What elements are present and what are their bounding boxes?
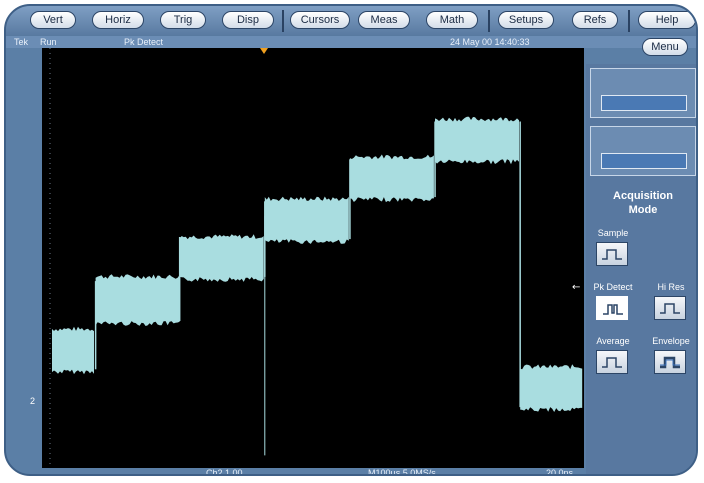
menu-separator <box>628 10 630 32</box>
menu-separator <box>282 10 284 32</box>
trig-menu-button[interactable]: Trig <box>160 11 206 29</box>
hi-res-icon <box>660 303 680 314</box>
envelope-mode-button[interactable] <box>654 350 686 374</box>
average-icon <box>602 357 622 368</box>
sample-icon <box>602 249 622 260</box>
menu-bar: Vert Horiz Trig Disp Cursors Meas Math S… <box>6 6 696 36</box>
average-mode-button[interactable] <box>596 350 628 374</box>
hi-res-mode-button[interactable] <box>654 296 686 320</box>
channel-2-marker[interactable]: 2 <box>30 396 35 406</box>
waveform-step <box>95 274 180 326</box>
menu-button[interactable]: Menu <box>642 38 688 56</box>
disp-menu-button[interactable]: Disp <box>222 11 274 29</box>
oscilloscope-window: Vert Horiz Trig Disp Cursors Meas Math S… <box>4 4 698 476</box>
waveform-step <box>349 154 434 203</box>
side-menu-slot-1[interactable] <box>590 68 696 118</box>
acquisition-title: Acquisition <box>613 190 673 202</box>
vert-menu-button[interactable]: Vert <box>30 11 76 29</box>
envelope-label: Envelope <box>652 336 690 346</box>
setups-menu-button[interactable]: Setups <box>498 11 554 29</box>
reference-arrow-icon: ← <box>572 282 581 293</box>
help-menu-button[interactable]: Help <box>638 11 696 29</box>
waveform-step <box>179 234 264 282</box>
waveform-display <box>42 48 584 468</box>
acquisition-mode-label: Pk Detect <box>124 37 164 47</box>
side-menu-slot-2[interactable] <box>590 126 696 176</box>
pk-detect-icon <box>603 304 623 315</box>
side-menu-slot-2-bar <box>601 153 687 169</box>
status-bar: Tek Run Pk Detect 24 May 00 14:40:33 <box>6 36 696 48</box>
run-state-label: Run <box>40 37 57 47</box>
side-menu-slot-1-bar <box>601 95 687 111</box>
pk-detect-label: Pk Detect <box>593 282 633 292</box>
waveform-step <box>520 364 583 412</box>
refs-menu-button[interactable]: Refs <box>572 11 618 29</box>
envelope-icon <box>660 356 680 369</box>
acquisition-subtitle: Mode <box>628 204 658 216</box>
trigger-position-marker[interactable] <box>260 48 268 54</box>
waveform-step <box>52 326 94 375</box>
hi-res-label: Hi Res <box>657 282 685 292</box>
waveform-step <box>435 116 519 165</box>
side-panel: Acquisition Mode Sample Pk Detect Hi Res… <box>586 64 696 474</box>
menu-separator <box>488 10 490 32</box>
brand-label: Tek <box>14 37 29 47</box>
waveform-step <box>264 196 349 244</box>
meas-menu-button[interactable]: Meas <box>358 11 410 29</box>
average-label: Average <box>596 336 630 346</box>
datetime-label: 24 May 00 14:40:33 <box>450 37 530 47</box>
timebase-readout: M100µs 5.0MS/s <box>368 468 436 476</box>
sample-mode-button[interactable] <box>596 242 628 266</box>
channel-scale-readout: Ch2 1.00 <box>206 468 243 476</box>
waveform-graticule <box>49 48 583 468</box>
sample-label: Sample <box>597 228 629 238</box>
pk-detect-mode-button[interactable] <box>596 296 628 320</box>
cursors-menu-button[interactable]: Cursors <box>290 11 350 29</box>
bottom-readout: Ch2 1.00 M100µs 5.0MS/s 20.0ns <box>6 468 696 476</box>
horiz-menu-button[interactable]: Horiz <box>92 11 144 29</box>
math-menu-button[interactable]: Math <box>426 11 478 29</box>
trigger-readout: 20.0ns <box>546 468 574 476</box>
